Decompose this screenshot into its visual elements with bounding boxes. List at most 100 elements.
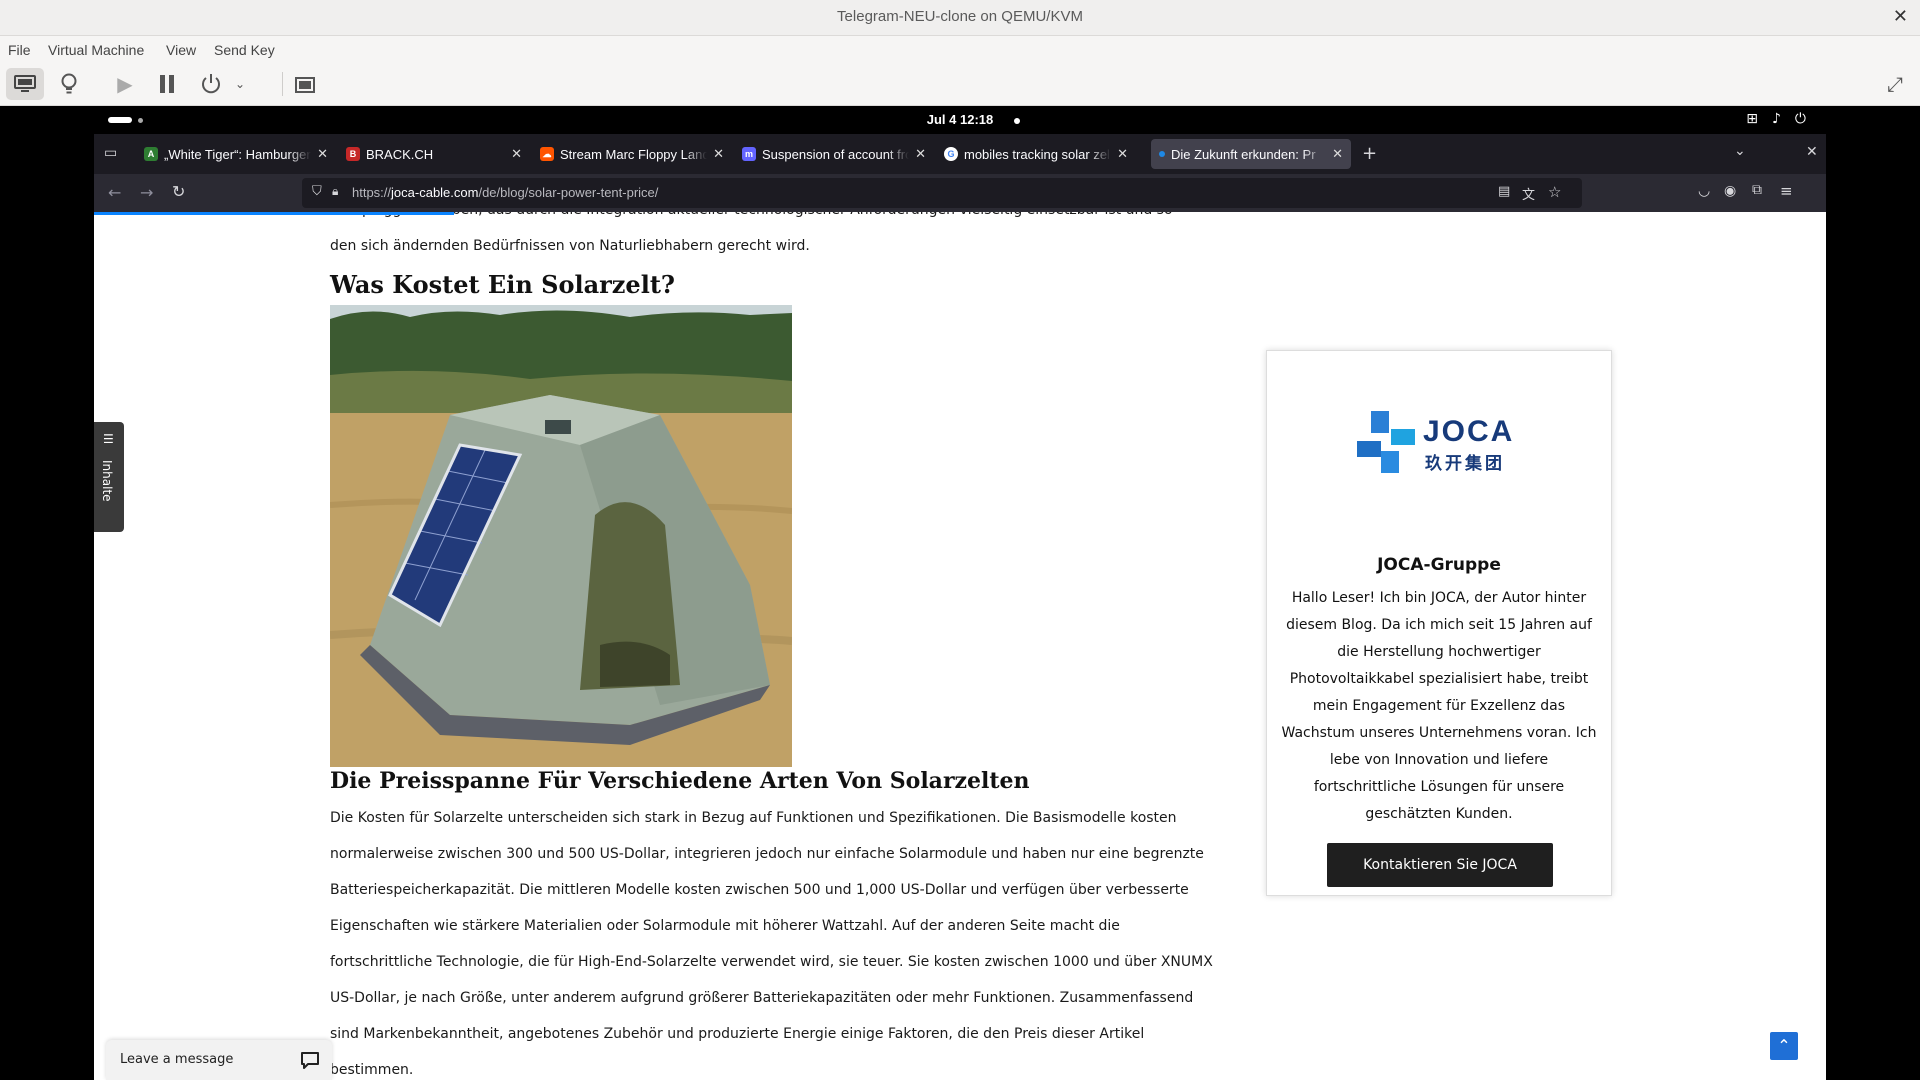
body-line: Die Kosten für Solarzelte unterscheiden … [330, 810, 1177, 826]
power-menu-icon: ⏻ [1794, 111, 1806, 127]
menu-view[interactable]: View [166, 42, 196, 58]
tab-close-icon[interactable]: ✕ [915, 146, 926, 162]
url-path: /de/blog/solar-power-tent-price/ [478, 185, 659, 200]
tab-close-icon[interactable]: ✕ [511, 146, 522, 162]
heading-solarzelt-cost: Was Kostet Ein Solarzelt? [330, 270, 675, 299]
joca-logo-cn: 玖开集团 [1425, 454, 1505, 474]
intro-line: den sich ändernden Bedürfnissen von Natu… [330, 238, 810, 254]
reader-view-icon[interactable]: ▤ [1498, 184, 1510, 199]
body-line: sind Markenbekanntheit, angebotenes Zube… [330, 1026, 1145, 1042]
web-page: Campinggerät haben, das durch die Integr… [94, 212, 1826, 1080]
system-tray[interactable]: ⊞ ♪ ⏻ [1746, 111, 1806, 127]
page-load-progress [94, 212, 454, 215]
url-bar[interactable]: ⛉ 🔒︎ https://joca-cable.com/de/blog/sola… [302, 178, 1582, 208]
scroll-to-top-button[interactable]: ⌃ [1770, 1032, 1798, 1060]
tab-label: „White Tiger“: Hamburger [164, 146, 311, 162]
details-bulb-icon[interactable] [50, 68, 88, 100]
new-tab-icon[interactable]: + [1362, 143, 1377, 164]
app-menu-icon[interactable]: ≡ [1780, 182, 1793, 200]
toc-label: Inhalte [100, 460, 114, 502]
author-bio: Hallo Leser! Ich bin JOCA, der Autor hin… [1281, 590, 1597, 822]
chat-bubble-icon [301, 1052, 319, 1069]
author-card: JOCA 玖开集团 JOCA-Gruppe Hallo Leser! Ich b… [1266, 350, 1612, 896]
pocket-icon[interactable]: ◡ [1698, 183, 1710, 199]
url-prefix: https:// [352, 185, 392, 200]
body-line: bestimmen. [330, 1062, 414, 1078]
account-icon[interactable]: ◉ [1724, 183, 1736, 199]
reload-icon[interactable]: ↻ [172, 182, 185, 201]
extensions-icon[interactable]: ⧉ [1752, 182, 1762, 198]
browser-close-icon[interactable]: ✕ [1806, 144, 1818, 160]
leave-message-widget[interactable]: Leave a message [106, 1040, 332, 1080]
browser-nav-bar: ← → ↻ ⛉ 🔒︎ https://joca-cable.com/de/blo… [94, 174, 1826, 212]
tab-joca-active[interactable]: Die Zukunft erkunden: Pr ✕ [1151, 139, 1351, 169]
url-text: https://joca-cable.com/de/blog/solar-pow… [352, 185, 658, 200]
gnome-clock[interactable]: Jul 4 12:18 [94, 112, 1826, 127]
tab-close-icon[interactable]: ✕ [317, 146, 328, 162]
tab-mastodon[interactable]: m Suspension of account fro ✕ [734, 139, 934, 169]
solar-tent-image [330, 305, 792, 767]
tab-favicon-icon: m [742, 147, 756, 161]
leave-message-label: Leave a message [120, 1052, 234, 1067]
back-icon[interactable]: ← [108, 183, 121, 202]
guest-screen: Jul 4 12:18 ⊞ ♪ ⏻ ▭ A „White Tiger“: Ham… [94, 106, 1826, 1080]
article-body: Die Kosten für Solarzelte unterscheiden … [330, 800, 1260, 1080]
url-domain: joca-cable.com [391, 185, 479, 200]
tab-close-icon[interactable]: ✕ [1332, 146, 1343, 162]
menu-file[interactable]: File [8, 42, 31, 58]
volume-icon: ♪ [1771, 111, 1781, 127]
body-line: fortschrittliche Technologie, die für Hi… [330, 954, 1213, 970]
tab-favicon-icon [1159, 151, 1165, 157]
tab-label: BRACK.CH [366, 146, 434, 162]
host-menubar: File Virtual Machine View Send Key [0, 36, 1920, 64]
power-icon[interactable] [192, 68, 230, 100]
lock-icon[interactable]: 🔒︎ [332, 184, 338, 199]
forward-icon[interactable]: → [140, 183, 153, 202]
power-dropdown-icon[interactable]: ⌄ [230, 68, 250, 100]
firefox-view-icon[interactable]: ▭ [104, 145, 117, 161]
tab-soundcloud[interactable]: ☁ Stream Marc Floppy Land ✕ [532, 139, 732, 169]
tracking-shield-icon[interactable]: ⛉ [312, 184, 322, 199]
body-line: normalerweise zwischen 300 und 500 US-Do… [330, 846, 1204, 862]
toolbar-divider [282, 72, 283, 96]
run-icon[interactable]: ▶ [106, 68, 144, 100]
bookmark-star-icon[interactable]: ☆ [1548, 183, 1561, 201]
tab-close-icon[interactable]: ✕ [713, 146, 724, 162]
console-view-icon[interactable] [6, 68, 44, 100]
heading-price-range: Die Preisspanne Für Verschiedene Arten V… [330, 768, 1030, 794]
tab-label: Die Zukunft erkunden: Pr [1171, 146, 1316, 162]
translate-icon[interactable]: 文 [1522, 184, 1535, 203]
tab-label: Suspension of account fro [762, 146, 910, 162]
gnome-top-bar: Jul 4 12:18 ⊞ ♪ ⏻ [94, 106, 1826, 134]
fullscreen-icon[interactable]: ⤢ [1876, 68, 1914, 100]
author-name: JOCA-Gruppe [1377, 555, 1501, 575]
joca-logo: JOCA 玖开集团 [1351, 409, 1531, 479]
host-toolbar: ▶ ⌄ ⤢ [0, 64, 1920, 106]
tab-brack[interactable]: B BRACK.CH ✕ [338, 139, 530, 169]
window-close-icon[interactable]: ✕ [1893, 6, 1908, 27]
tab-label: mobiles tracking solar zel [964, 146, 1110, 162]
window-title: Telegram-NEU-clone on QEMU/KVM [837, 8, 1083, 25]
host-titlebar: Telegram-NEU-clone on QEMU/KVM ✕ [0, 0, 1920, 36]
tab-google-search[interactable]: G mobiles tracking solar zel ✕ [936, 139, 1136, 169]
tab-favicon-icon: ☁ [540, 147, 554, 161]
body-line: Batteriespeicherkapazität. Die mittleren… [330, 882, 1189, 898]
joca-logo-text: JOCA [1423, 415, 1515, 448]
menu-virtual-machine[interactable]: Virtual Machine [48, 42, 144, 58]
chevron-up-icon: ⌃ [1777, 1036, 1791, 1055]
menu-send-key[interactable]: Send Key [214, 42, 275, 58]
toc-tab[interactable]: ☰ Inhalte [94, 422, 124, 532]
tab-close-icon[interactable]: ✕ [1117, 146, 1128, 162]
notification-dot [1014, 118, 1020, 124]
intro-line: Campinggerät haben, das durch die Integr… [330, 212, 1310, 228]
tab-white-tiger[interactable]: A „White Tiger“: Hamburger ✕ [136, 139, 336, 169]
list-tabs-chevron-icon[interactable]: ⌄ [1734, 143, 1746, 159]
joca-logo-mark-icon [1357, 411, 1415, 473]
snapshots-icon[interactable] [286, 68, 324, 100]
tab-label: Stream Marc Floppy Land [560, 146, 708, 162]
pause-icon[interactable] [148, 68, 186, 100]
tab-favicon-icon: B [346, 147, 360, 161]
contact-joca-button[interactable]: Kontaktieren Sie JOCA [1327, 843, 1553, 887]
tab-favicon-icon: A [144, 147, 158, 161]
network-icon: ⊞ [1746, 111, 1758, 127]
